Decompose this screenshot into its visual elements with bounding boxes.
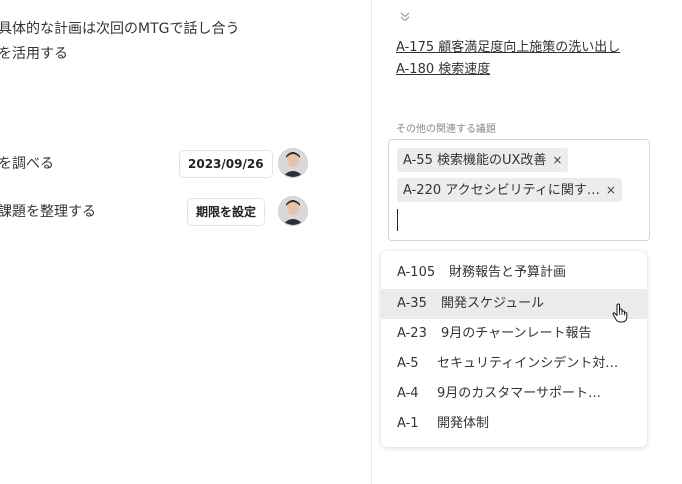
option-name: 9月のカスタマーサポート… (437, 386, 602, 401)
chevron-double-down-icon[interactable] (399, 8, 411, 27)
chip-label: A-220 アクセシビリティに関す… (403, 183, 600, 198)
suggestion-option[interactable]: A-5 セキュリティインシデント対… (381, 349, 647, 379)
note-line: を活用する (0, 46, 68, 62)
suggestion-option[interactable]: A-1 開発体制 (381, 409, 647, 439)
suggestion-option[interactable]: A-4 9月のカスタマーサポート… (381, 379, 647, 409)
assignee-avatar[interactable] (278, 196, 308, 226)
option-id: A-4 (397, 386, 419, 401)
remove-chip-icon[interactable]: × (606, 183, 616, 197)
option-id: A-35 (397, 296, 427, 311)
option-id: A-1 (397, 416, 419, 431)
related-topics-input[interactable]: A-55 検索機能のUX改善 × A-220 アクセシビリティに関す… × (388, 139, 650, 241)
note-line: 具体的な計画は次回のMTGで話し合う (0, 21, 240, 37)
option-name: 財務報告と予算計画 (449, 265, 567, 280)
suggestion-option[interactable]: A-105 財務報告と予算計画 (381, 258, 647, 288)
option-id: A-5 (397, 356, 419, 371)
task-panel: 具体的な計画は次回のMTGで話し合う を活用する を調べる 2023/09/26… (0, 0, 371, 484)
due-date-badge[interactable]: 2023/09/26 (179, 150, 273, 178)
topic-chip: A-55 検索機能のUX改善 × (397, 148, 569, 172)
topic-chip: A-220 アクセシビリティに関す… × (397, 178, 622, 202)
assignee-avatar[interactable] (278, 148, 308, 178)
suggestion-option-highlighted[interactable]: A-35 開発スケジュール (381, 289, 647, 319)
task-text[interactable]: を調べる (0, 153, 54, 173)
hand-pointer-icon (612, 303, 628, 327)
suggestion-option[interactable]: A-23 9月のチャーンレート報告 (381, 319, 647, 349)
remove-chip-icon[interactable]: × (552, 153, 562, 167)
related-topic-link[interactable]: A-180 検索速度 (396, 58, 490, 77)
set-due-date-button[interactable]: 期限を設定 (187, 198, 266, 226)
option-name: セキュリティインシデント対… (437, 356, 619, 371)
related-topics-panel: A-175 顧客満足度向上施策の洗い出し A-180 検索速度 その他の関連する… (372, 0, 682, 484)
text-caret (397, 209, 398, 231)
related-topics-label: その他の関連する議題 (396, 124, 496, 135)
chip-label: A-55 検索機能のUX改善 (403, 153, 547, 168)
option-name: 開発体制 (437, 416, 490, 431)
option-id: A-23 (397, 326, 427, 341)
related-topic-link[interactable]: A-175 顧客満足度向上施策の洗い出し (396, 36, 620, 55)
option-id: A-105 (397, 265, 436, 280)
task-text[interactable]: 課題を整理する (0, 201, 96, 221)
option-name: 9月のチャーンレート報告 (441, 326, 592, 341)
topic-suggestions-dropdown: A-105 財務報告と予算計画 A-35 開発スケジュール A-23 9月のチャ… (381, 251, 647, 447)
option-name: 開発スケジュール (441, 296, 545, 311)
